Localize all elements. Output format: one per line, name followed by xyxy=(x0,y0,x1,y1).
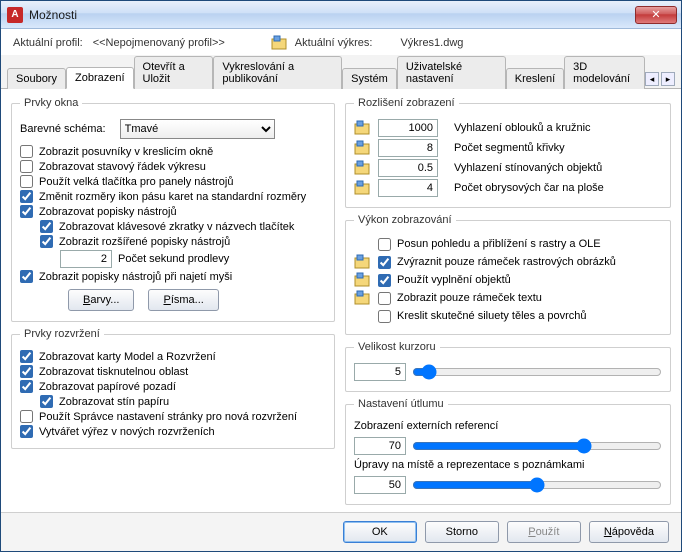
tab-drafting[interactable]: Kreslení xyxy=(506,68,564,89)
cancel-button[interactable]: Storno xyxy=(425,521,499,543)
group-layout-elements: Prvky rozvržení Zobrazovat karty Model a… xyxy=(11,328,335,449)
drawing-value: Výkres1.dwg xyxy=(400,37,463,49)
colorscheme-label: Barevné schéma: xyxy=(20,123,106,135)
options-dialog: A Možnosti ✕ Aktuální profil: <<Nepojmen… xyxy=(0,0,682,552)
chk-shortcuts[interactable]: Zobrazovat klávesové zkratky v názvech t… xyxy=(40,220,294,233)
drawing-setting-icon xyxy=(354,140,372,156)
drawing-setting-icon xyxy=(354,272,372,288)
group-window-elements: Prvky okna Barevné schéma: Tmavé Zobrazi… xyxy=(11,97,335,322)
delay-input[interactable] xyxy=(60,250,112,268)
chk-exttips[interactable]: Zobrazit rozšířené popisky nástrojů xyxy=(40,235,230,248)
tab-opensave[interactable]: Otevřít a Uložit xyxy=(134,56,214,89)
content: Prvky okna Barevné schéma: Tmavé Zobrazi… xyxy=(1,89,681,512)
drawing-setting-icon xyxy=(354,160,372,176)
xref-fade-slider[interactable] xyxy=(412,438,662,454)
colorscheme-select[interactable]: Tmavé xyxy=(120,119,275,139)
chk-textframe[interactable]: Zobrazit pouze rámeček textu xyxy=(378,292,542,305)
fonts-button[interactable]: Písma... xyxy=(148,289,218,311)
group-layout-legend: Prvky rozvržení xyxy=(20,328,104,340)
chk-rasterframe[interactable]: Zvýraznit pouze rámeček rastrových obráz… xyxy=(378,256,616,269)
apply-button[interactable]: Použít xyxy=(507,521,581,543)
spacer-icon xyxy=(354,308,372,324)
cursor-size-slider[interactable] xyxy=(412,364,662,380)
group-perf-legend: Výkon zobrazování xyxy=(354,214,456,226)
chk-pagesetup[interactable]: Použít Správce nastavení stránky pro nov… xyxy=(20,410,297,423)
drawing-icon xyxy=(271,35,289,51)
group-display-resolution: Rozlišení zobrazení Vyhlazení oblouků a … xyxy=(345,97,671,208)
tab-display[interactable]: Zobrazení xyxy=(66,67,134,89)
chk-modeltabs[interactable]: Zobrazovat karty Model a Rozvržení xyxy=(20,350,216,363)
chk-papershadow[interactable]: Zobrazovat stín papíru xyxy=(40,395,169,408)
drawing-setting-icon xyxy=(354,290,372,306)
segments-input[interactable] xyxy=(378,139,438,157)
arc-smooth-label: Vyhlazení oblouků a kružnic xyxy=(454,122,591,134)
chk-hovertips[interactable]: Zobrazit popisky nástrojů při najetí myš… xyxy=(20,270,232,283)
inplace-fade-slider[interactable] xyxy=(412,477,662,493)
app-icon: A xyxy=(7,7,23,23)
chk-tooltips[interactable]: Zobrazovat popisky nástrojů xyxy=(20,205,177,218)
tab-userpref[interactable]: Uživatelské nastavení xyxy=(397,56,506,89)
chk-panzoom[interactable]: Posun pohledu a přiblížení s rastry a OL… xyxy=(378,238,601,251)
tabstrip: Soubory Zobrazení Otevřít a Uložit Vykre… xyxy=(1,55,681,89)
titlebar: A Možnosti ✕ xyxy=(1,1,681,29)
group-res-legend: Rozlišení zobrazení xyxy=(354,97,459,109)
cursor-size-input[interactable] xyxy=(354,363,406,381)
spacer-icon xyxy=(354,236,372,252)
drawing-setting-icon xyxy=(354,254,372,270)
group-display-performance: Výkon zobrazování Posun pohledu a přiblí… xyxy=(345,214,671,335)
ok-button[interactable]: OK xyxy=(343,521,417,543)
tab-files[interactable]: Soubory xyxy=(7,68,66,89)
drawing-label: Aktuální výkres: xyxy=(295,37,373,49)
tab-scroll-right-icon[interactable]: ▸ xyxy=(661,72,675,86)
xref-fade-label: Zobrazení externích referencí xyxy=(354,420,662,432)
inplace-fade-label: Úpravy na místě a reprezentace s poznámk… xyxy=(354,459,662,471)
chk-fill[interactable]: Použít vyplnění objektů xyxy=(378,274,511,287)
group-cursor-legend: Velikost kurzoru xyxy=(354,341,440,353)
contour-label: Počet obrysových čar na ploše xyxy=(454,182,604,194)
window-title: Možnosti xyxy=(29,8,635,22)
tab-plot[interactable]: Vykreslování a publikování xyxy=(213,56,342,89)
chk-resizeicons[interactable]: Změnit rozměry ikon pásu karet na standa… xyxy=(20,190,306,203)
contour-input[interactable] xyxy=(378,179,438,197)
rendered-smooth-input[interactable] xyxy=(378,159,438,177)
group-fade-control: Nastavení útlumu Zobrazení externích ref… xyxy=(345,398,671,505)
chk-printable[interactable]: Zobrazovat tisknutelnou oblast xyxy=(20,365,188,378)
chk-largebuttons[interactable]: Použít velká tlačítka pro panely nástroj… xyxy=(20,175,233,188)
group-cursor-size: Velikost kurzoru xyxy=(345,341,671,392)
rendered-smooth-label: Vyhlazení stínovaných objektů xyxy=(454,162,602,174)
tab-scroll-left-icon[interactable]: ◂ xyxy=(645,72,659,86)
profile-value: <<Nepojmenovaný profil>> xyxy=(93,37,225,49)
chk-scrollbars[interactable]: Zobrazit posuvníky v kreslicím okně xyxy=(20,145,213,158)
tab-system[interactable]: Systém xyxy=(342,68,397,89)
xref-fade-input[interactable] xyxy=(354,437,406,455)
chk-silhouette[interactable]: Kreslit skutečné siluety těles a povrchů xyxy=(378,310,587,323)
chk-statusbar[interactable]: Zobrazovat stavový řádek výkresu xyxy=(20,160,206,173)
header-row: Aktuální profil: <<Nepojmenovaný profil>… xyxy=(1,29,681,55)
drawing-setting-icon xyxy=(354,180,372,196)
group-fade-legend: Nastavení útlumu xyxy=(354,398,448,410)
group-window-legend: Prvky okna xyxy=(20,97,82,109)
chk-viewport[interactable]: Vytvářet výřez v nových rozvrženích xyxy=(20,425,215,438)
tab-3dmodel[interactable]: 3D modelování xyxy=(564,56,645,89)
profile-label: Aktuální profil: xyxy=(13,37,83,49)
arc-smooth-input[interactable] xyxy=(378,119,438,137)
segments-label: Počet segmentů křivky xyxy=(454,142,565,154)
delay-label: Počet sekund prodlevy xyxy=(118,253,229,265)
drawing-setting-icon xyxy=(354,120,372,136)
chk-paperbg[interactable]: Zobrazovat papírové pozadí xyxy=(20,380,176,393)
inplace-fade-input[interactable] xyxy=(354,476,406,494)
footer: OK Storno Použít Nápověda xyxy=(1,512,681,551)
colors-button[interactable]: Barvy... xyxy=(68,289,134,311)
help-button[interactable]: Nápověda xyxy=(589,521,669,543)
close-button[interactable]: ✕ xyxy=(635,6,677,24)
